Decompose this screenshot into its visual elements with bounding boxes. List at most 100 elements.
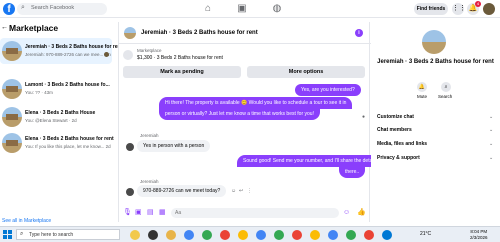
conversation-preview: You: If you like this place, let me know… <box>25 144 111 149</box>
chrome-icon[interactable] <box>256 230 266 240</box>
search-placeholder: Search Facebook <box>31 5 75 11</box>
notifications-badge: 4 <box>475 1 481 7</box>
chat-members-row[interactable]: Chat members <box>377 127 412 133</box>
search-input[interactable]: ⌕ Search Facebook <box>17 3 107 15</box>
listing-price-title: $1,300 · 3 Beds 2 Baths house for rent <box>137 55 223 61</box>
chevron-down-icon: ⌄ <box>489 114 494 120</box>
back-arrow-icon[interactable]: ← <box>1 24 8 31</box>
listing-thumbnail <box>2 107 22 127</box>
top-navigation-bar: f ⌕ Search Facebook ⌂ ▣ ◍ Find friends ⋮… <box>0 0 500 18</box>
chrome-icon[interactable] <box>310 230 320 240</box>
details-listing-thumbnail <box>422 30 446 54</box>
taskbar-clock[interactable]: 8:04 PM 2/3/2026 <box>470 229 488 241</box>
privacy-support-row[interactable]: Privacy & support <box>377 155 420 161</box>
like-icon[interactable]: 👍 <box>357 209 366 217</box>
chrome-icon[interactable] <box>202 230 212 240</box>
conversation-preview: You: @Elena Stewart · 2d <box>25 118 77 123</box>
message-sender: Jeremiah <box>140 179 159 184</box>
chat-header: Jeremiah · 3 Beds 2 Baths house for rent… <box>119 22 371 44</box>
marketplace-label: Marketplace <box>137 48 162 53</box>
peer-avatar <box>126 188 134 196</box>
menu-grid-icon[interactable]: ⋮⋮ <box>452 3 466 15</box>
customize-chat-row[interactable]: Customize chat <box>377 114 414 120</box>
chrome-icon[interactable] <box>238 230 248 240</box>
marketplace-icon[interactable]: ▣ <box>236 3 248 15</box>
message-input[interactable] <box>171 208 339 218</box>
message-incoming: 970-889-2726 can we meet today? <box>137 185 227 197</box>
windows-taskbar: ⌕ Type here to search 21°C 8:04 PM 2/3/2… <box>0 226 500 242</box>
weather-temperature[interactable]: 21°C <box>420 231 431 237</box>
search-icon: ⌕ <box>21 4 25 11</box>
conversation-item[interactable]: Elena · 3 Beds 2 Baths house for rent Yo… <box>0 130 114 156</box>
info-icon[interactable]: i <box>355 29 363 37</box>
chrome-icon[interactable] <box>346 230 356 240</box>
home-icon[interactable]: ⌂ <box>202 3 214 15</box>
emoji-icon[interactable]: ☺ <box>343 209 350 217</box>
marketplace-sidebar: ← Marketplace Jeremiah · 3 Beds 2 Baths … <box>0 18 122 224</box>
edge-icon[interactable] <box>382 230 392 240</box>
search-in-chat-icon[interactable]: ⌕ <box>441 82 451 92</box>
image-icon[interactable]: ▣ <box>135 209 142 217</box>
find-friends-button[interactable]: Find friends <box>414 3 448 15</box>
message-outgoing: person or virtually? Just let me know a … <box>159 108 320 120</box>
conversation-name: Elena · 3 Beds 2 Baths house for rent <box>25 136 114 142</box>
groups-icon[interactable]: ◍ <box>271 3 283 15</box>
more-actions-icon[interactable]: ⋮ <box>247 188 252 194</box>
mute-label: Mute <box>417 94 428 99</box>
facebook-logo[interactable]: f <box>3 3 15 15</box>
conversation-item[interactable]: Jeremiah · 3 Beds 2 Baths house for rent… <box>0 38 122 64</box>
sidebar-title: Marketplace <box>9 23 59 33</box>
message-outgoing: Yes, are you interested? <box>295 84 361 96</box>
taskbar-search-placeholder: Type here to search <box>29 232 74 238</box>
conversation-item[interactable]: Elena · 3 Beds 2 Baths House You: @Elena… <box>0 104 112 130</box>
chrome-icon[interactable] <box>184 230 194 240</box>
search-icon: ⌕ <box>20 231 24 237</box>
more-options-button[interactable]: More options <box>247 66 365 78</box>
chrome-icon[interactable] <box>220 230 230 240</box>
file-explorer-icon[interactable] <box>166 230 176 240</box>
conversation-name: Jeremiah · 3 Beds 2 Baths house for rent <box>25 44 123 50</box>
conversation-item[interactable]: Lamont · 3 Beds 2 Baths house fo... You:… <box>0 76 112 102</box>
gif-icon[interactable]: ▦ <box>159 209 166 217</box>
listing-thumbnail <box>2 133 22 153</box>
chrome-icon[interactable] <box>292 230 302 240</box>
conversation-name: Elena · 3 Beds 2 Baths House <box>25 110 96 116</box>
mute-bell-icon[interactable]: 🔔 <box>417 82 427 92</box>
seen-avatar: ● <box>362 114 366 120</box>
react-emoji-icon[interactable]: ☺ <box>231 188 236 194</box>
conversation-preview: You: ?? · 43m <box>25 90 53 95</box>
read-receipt-avatar <box>104 52 109 57</box>
clock-date: 2/3/2026 <box>470 235 488 240</box>
sticker-icon[interactable]: ▤ <box>147 209 154 217</box>
task-view-icon[interactable] <box>148 230 158 240</box>
chrome-icon[interactable] <box>328 230 338 240</box>
message-outgoing: there.. <box>339 166 366 178</box>
listing-thumbnail <box>2 79 22 99</box>
chat-listing-thumbnail[interactable] <box>124 27 136 39</box>
widgets-icon[interactable] <box>130 230 140 240</box>
listing-icon <box>123 50 133 60</box>
chat-title[interactable]: Jeremiah · 3 Beds 2 Baths house for rent <box>141 30 258 36</box>
microphone-icon[interactable]: 🎙 <box>123 209 132 217</box>
profile-avatar[interactable] <box>483 3 495 15</box>
taskbar-search-input[interactable]: ⌕ Type here to search <box>16 229 120 240</box>
peer-avatar <box>126 143 134 151</box>
conversation-name: Lamont · 3 Beds 2 Baths house fo... <box>25 82 110 88</box>
message-composer: 🎙 ▣ ▤ ▦ ☺ 👍 <box>119 204 371 222</box>
details-title: Jeremiah · 3 Beds 2 Baths house for rent <box>377 59 494 65</box>
media-files-links-row[interactable]: Media, files and links <box>377 141 427 147</box>
message-incoming: Yes in person with a person <box>137 140 211 152</box>
search-label: Search <box>438 94 453 99</box>
chrome-icon[interactable] <box>364 230 374 240</box>
chrome-icon[interactable] <box>274 230 284 240</box>
listing-thumbnail <box>2 41 22 61</box>
message-sender: Jeremiah <box>140 133 159 138</box>
windows-start-icon[interactable] <box>3 230 12 239</box>
mark-pending-button[interactable]: Mark as pending <box>123 66 241 78</box>
conversation-preview: Jeremiah: 970-889-2726 can we mee... 3m <box>25 52 111 57</box>
see-all-link[interactable]: See all in Marketplace <box>2 218 51 224</box>
reply-icon[interactable]: ↩ <box>239 188 243 194</box>
listing-card[interactable]: Marketplace $1,300 · 3 Beds 2 Baths hous… <box>123 47 367 63</box>
conversation-details-panel: Jeremiah · 3 Beds 2 Baths house for rent… <box>371 22 500 222</box>
chevron-down-icon: ⌄ <box>489 141 494 147</box>
